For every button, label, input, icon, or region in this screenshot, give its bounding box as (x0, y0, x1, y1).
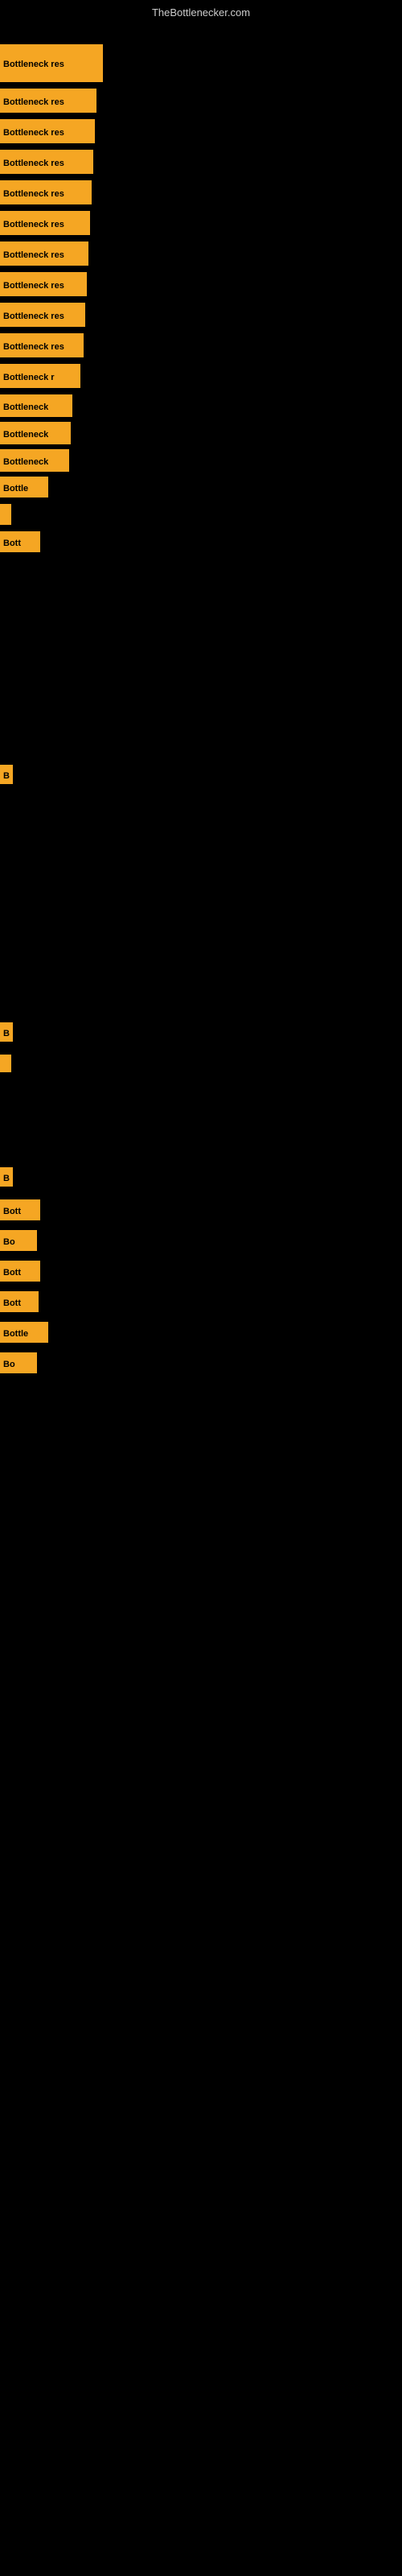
bottleneck-item: Bottle (0, 477, 48, 497)
bottleneck-item: Bottleneck res (0, 44, 103, 82)
bottleneck-item: Bo (0, 1230, 37, 1251)
bottleneck-item: Bottleneck res (0, 180, 92, 204)
bottleneck-item: B (0, 765, 13, 784)
bottleneck-item: Bott (0, 1291, 39, 1312)
bottleneck-item: Bottleneck res (0, 89, 96, 113)
bottleneck-item: Bottleneck res (0, 242, 88, 266)
bottleneck-item (0, 504, 11, 525)
bottleneck-item: Bottleneck res (0, 303, 85, 327)
bottleneck-item: Bo (0, 1352, 37, 1373)
bottleneck-item: Bottleneck (0, 394, 72, 417)
bottleneck-item: Bottleneck res (0, 119, 95, 143)
site-title: TheBottlenecker.com (0, 6, 402, 19)
bottleneck-item: Bottle (0, 1322, 48, 1343)
bottleneck-item: B (0, 1022, 13, 1042)
bottleneck-item: Bottleneck (0, 449, 69, 472)
bottleneck-item: Bott (0, 1261, 40, 1282)
bottleneck-item: Bottleneck res (0, 211, 90, 235)
bottleneck-item: Bottleneck r (0, 364, 80, 388)
bottleneck-item: B (0, 1167, 13, 1187)
bottleneck-item (0, 1055, 11, 1072)
bottleneck-item: Bottleneck res (0, 333, 84, 357)
bottleneck-item: Bottleneck (0, 422, 71, 444)
bottleneck-item: Bottleneck res (0, 272, 87, 296)
bottleneck-item: Bott (0, 531, 40, 552)
bottleneck-item: Bottleneck res (0, 150, 93, 174)
bottleneck-item: Bott (0, 1199, 40, 1220)
